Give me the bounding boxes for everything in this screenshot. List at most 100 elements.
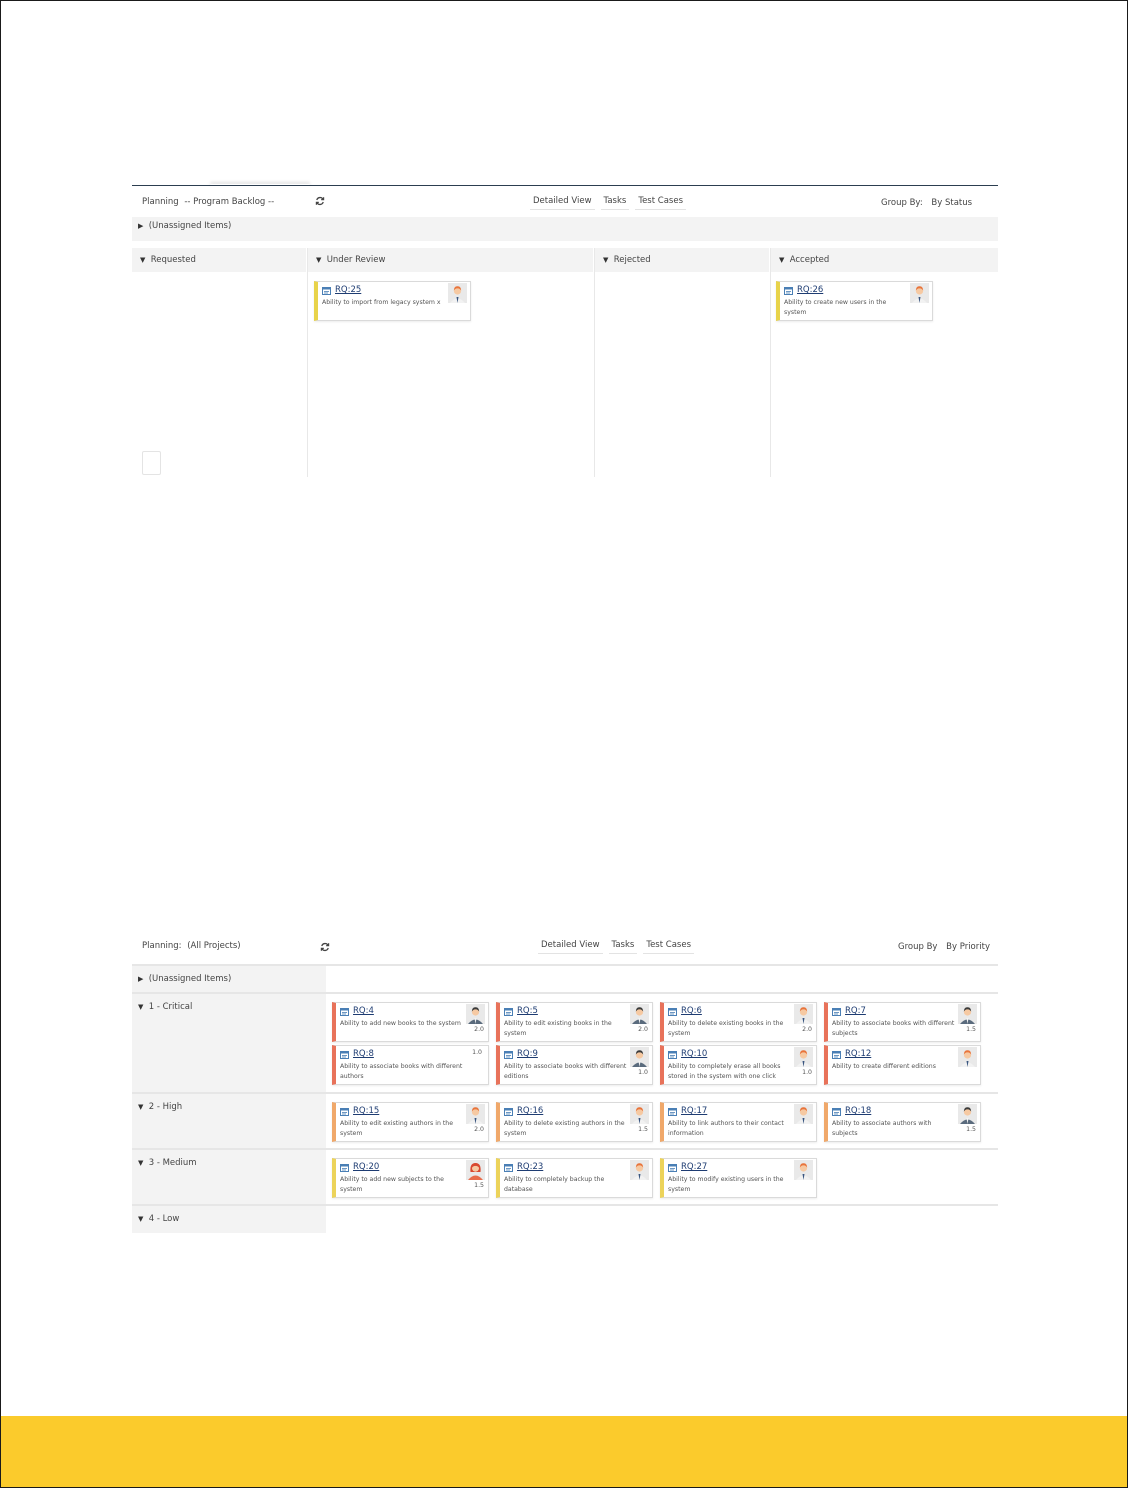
planning-selector[interactable]: Planning: (All Projects) (142, 941, 241, 951)
requirement-id-link[interactable]: RQ:6 (681, 1006, 702, 1016)
requirement-card[interactable]: RQ:26 Ability to create new users in the… (776, 281, 933, 321)
tab-detailed-view[interactable]: Detailed View (538, 938, 603, 954)
requirement-card[interactable]: RQ:4 Ability to add new books to the syst… (332, 1002, 489, 1042)
requirement-description: Ability to associate books with differen… (832, 1020, 955, 1037)
male-avatar-icon (958, 1004, 977, 1024)
priority-row-high[interactable]: ▼ 2 - High (132, 1094, 326, 1148)
priority-row-low[interactable]: ▼ 4 - Low (132, 1206, 326, 1233)
tab-test-cases[interactable]: Test Cases (635, 194, 686, 210)
requirement-description: Ability to add new books to the system (340, 1020, 461, 1027)
requirement-id-link[interactable]: RQ:7 (845, 1006, 866, 1016)
requirement-id-link[interactable]: RQ:10 (681, 1049, 707, 1059)
caret-down-icon[interactable]: ▼ (138, 1003, 146, 1011)
requirement-card[interactable]: RQ:15 Ability to edit existing authors in… (332, 1102, 489, 1142)
group-by-selector[interactable]: Group By By Priority (898, 942, 990, 952)
requirement-id-link[interactable]: RQ:17 (681, 1106, 707, 1116)
requirement-id-link[interactable]: RQ:4 (353, 1006, 374, 1016)
view-tabs: Detailed View Tasks Test Cases (530, 194, 686, 210)
story-points: 1.0 (638, 1069, 648, 1076)
requirement-icon (340, 1007, 349, 1016)
refresh-icon[interactable] (318, 940, 332, 954)
requirement-description: Ability to modify existing users in the … (668, 1176, 784, 1193)
requirement-card[interactable]: RQ:27 Ability to modify existing users in… (660, 1158, 817, 1198)
unassigned-row[interactable]: ▶ (Unassigned Items) (132, 966, 326, 992)
refresh-icon[interactable] (313, 194, 327, 208)
requirement-icon (504, 1163, 513, 1172)
caret-down-icon[interactable]: ▼ (138, 1215, 146, 1223)
requirement-card[interactable]: RQ:7 Ability to associate books with diff… (824, 1002, 981, 1042)
story-points: 2.0 (474, 1126, 484, 1133)
requirement-id-link[interactable]: RQ:12 (845, 1049, 871, 1059)
requirement-id-link[interactable]: RQ:20 (353, 1162, 379, 1172)
group-by-selector[interactable]: Group By: By Status (881, 198, 972, 208)
requirement-card[interactable]: RQ:25 Ability to import from legacy syst… (314, 281, 471, 321)
tab-tasks[interactable]: Tasks (600, 194, 630, 210)
caret-right-icon[interactable]: ▶ (138, 975, 146, 983)
requirement-id-link[interactable]: RQ:9 (517, 1049, 538, 1059)
requirement-icon (504, 1107, 513, 1116)
requirement-icon (322, 286, 331, 295)
male-avatar-icon (794, 1104, 813, 1124)
caret-right-icon[interactable]: ▶ (138, 222, 146, 230)
requirement-id-link[interactable]: RQ:26 (797, 285, 823, 295)
tab-tasks[interactable]: Tasks (608, 938, 638, 954)
priority-row-medium[interactable]: ▼ 3 - Medium (132, 1150, 326, 1204)
tab-detailed-view[interactable]: Detailed View (530, 194, 595, 210)
caret-down-icon[interactable]: ▼ (603, 256, 611, 264)
requirement-id-link[interactable]: RQ:18 (845, 1106, 871, 1116)
planning-label: Planning (142, 941, 179, 951)
requirement-card[interactable]: RQ:18 Ability to associate authors with s… (824, 1102, 981, 1142)
column-header-requested[interactable]: ▼ Requested (132, 248, 306, 272)
requirement-card[interactable]: RQ:17 Ability to link authors to their co… (660, 1102, 817, 1142)
tab-test-cases[interactable]: Test Cases (643, 938, 694, 954)
requirement-icon (340, 1107, 349, 1116)
requirement-card[interactable]: RQ:5 Ability to edit existing books in th… (496, 1002, 653, 1042)
requirement-card[interactable]: RQ:20 Ability to add new subjects to the … (332, 1158, 489, 1198)
unassigned-row[interactable]: ▶ (Unassigned Items) (132, 217, 998, 241)
male-avatar-icon (958, 1047, 977, 1067)
drop-placeholder (142, 451, 161, 475)
requirement-id-link[interactable]: RQ:27 (681, 1162, 707, 1172)
requirement-description: Ability to link authors to their contact… (668, 1120, 784, 1137)
planning-board-by-priority: Planning: (All Projects) Detailed View T… (132, 933, 998, 1235)
caret-down-icon[interactable]: ▼ (138, 1103, 146, 1111)
male-avatar-icon (448, 283, 467, 303)
requirement-card[interactable]: RQ:8 Ability to associate books with diff… (332, 1045, 489, 1085)
requirement-icon (340, 1050, 349, 1059)
story-points: 1.0 (472, 1049, 482, 1056)
requirement-icon (504, 1050, 513, 1059)
column-header-accepted[interactable]: ▼ Accepted (771, 248, 998, 272)
requirement-description: Ability to create different editions (832, 1063, 936, 1070)
priority-row-critical[interactable]: ▼ 1 - Critical (132, 994, 326, 1092)
planning-selector[interactable]: Planning -- Program Backlog -- (142, 197, 274, 207)
requirement-card[interactable]: RQ:12 Ability to create different edition… (824, 1045, 981, 1085)
requirement-card[interactable]: RQ:6 Ability to delete existing books in … (660, 1002, 817, 1042)
requirement-icon (832, 1107, 841, 1116)
requirement-card[interactable]: RQ:23 Ability to completely backup the da… (496, 1158, 653, 1198)
caret-down-icon[interactable]: ▼ (316, 256, 324, 264)
requirement-icon (832, 1007, 841, 1016)
requirement-card[interactable]: RQ:9 Ability to associate books with diff… (496, 1045, 653, 1085)
requirement-id-link[interactable]: RQ:8 (353, 1049, 374, 1059)
group-by-label: Group By (898, 942, 938, 952)
requirement-id-link[interactable]: RQ:23 (517, 1162, 543, 1172)
male-avatar-icon (794, 1047, 813, 1067)
requirement-icon (668, 1050, 677, 1059)
requirement-card[interactable]: RQ:16 Ability to delete existing authors … (496, 1102, 653, 1142)
caret-down-icon[interactable]: ▼ (779, 256, 787, 264)
column-header-rejected[interactable]: ▼ Rejected (595, 248, 769, 272)
caret-down-icon[interactable]: ▼ (140, 256, 148, 264)
male-avatar-icon (958, 1104, 977, 1124)
requirement-card[interactable]: RQ:10 Ability to completely erase all boo… (660, 1045, 817, 1085)
requirement-id-link[interactable]: RQ:16 (517, 1106, 543, 1116)
planning-value: (All Projects) (187, 941, 241, 951)
male-avatar-icon (794, 1160, 813, 1180)
planning-label: Planning (142, 197, 179, 207)
requirement-id-link[interactable]: RQ:15 (353, 1106, 379, 1116)
requirement-id-link[interactable]: RQ:25 (335, 285, 361, 295)
requirement-id-link[interactable]: RQ:5 (517, 1006, 538, 1016)
caret-down-icon[interactable]: ▼ (138, 1159, 146, 1167)
column-header-under-review[interactable]: ▼ Under Review (308, 248, 593, 272)
male-avatar-icon (466, 1004, 485, 1024)
story-points: 2.0 (802, 1026, 812, 1033)
